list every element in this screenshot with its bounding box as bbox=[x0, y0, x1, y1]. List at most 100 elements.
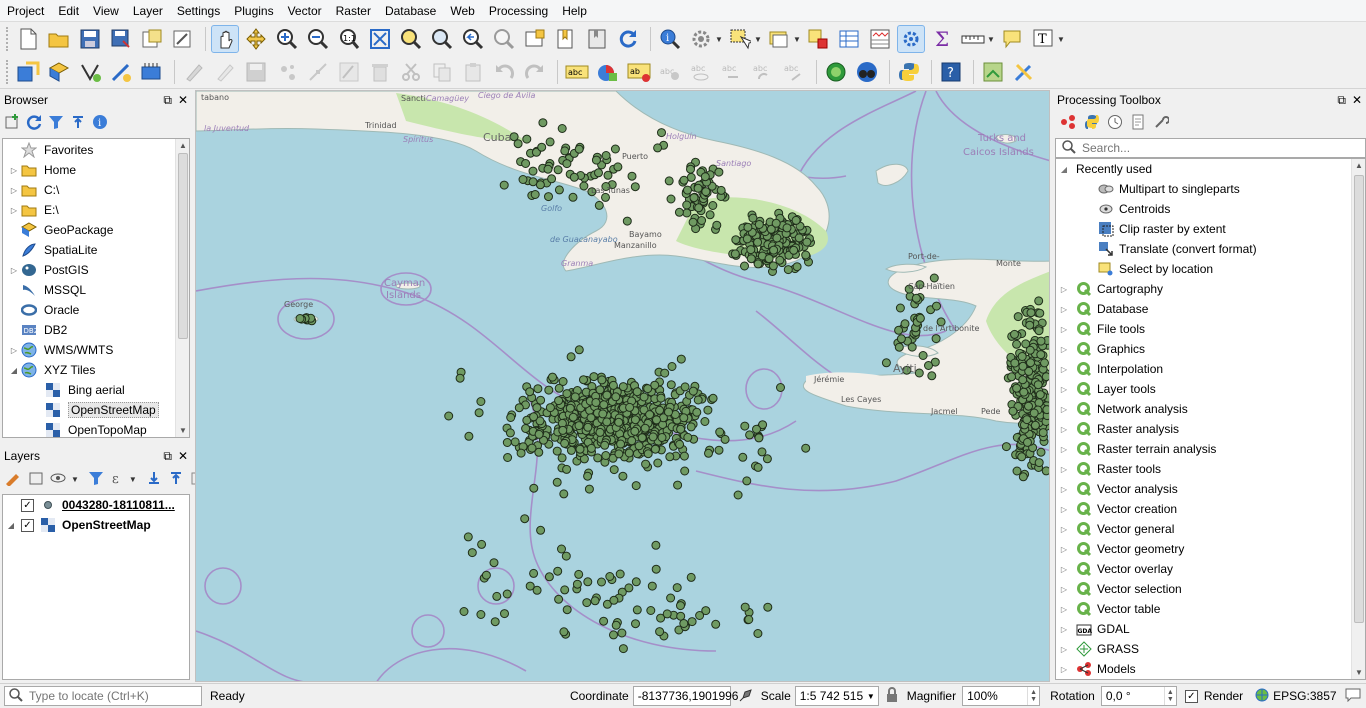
provider-group-raster-tools[interactable]: ▷ Raster tools bbox=[1056, 459, 1365, 479]
new-geopackage-layer-icon[interactable] bbox=[45, 58, 73, 86]
expand-arrow-icon[interactable]: ◢ bbox=[1056, 165, 1072, 174]
layer-row[interactable]: ✓ 0043280-18110811... bbox=[3, 495, 189, 515]
menu-database[interactable]: Database bbox=[378, 0, 443, 22]
manage-themes-icon[interactable] bbox=[50, 470, 68, 489]
toolbar-grip[interactable] bbox=[6, 27, 10, 51]
pin-labels-icon[interactable]: abc bbox=[656, 58, 684, 86]
menu-plugins[interactable]: Plugins bbox=[227, 0, 280, 22]
zoom-full-icon[interactable] bbox=[366, 25, 394, 53]
browser-item-spatialite[interactable]: SpatiaLite bbox=[3, 240, 189, 260]
new-bookmark-icon[interactable] bbox=[552, 25, 580, 53]
toolbox-scrollbar[interactable]: ▲ ▼ bbox=[1351, 159, 1365, 679]
zoom-to-selection-icon[interactable] bbox=[397, 25, 425, 53]
spin-arrows-icon[interactable]: ▲ ▼ bbox=[1163, 687, 1176, 705]
map-canvas[interactable]: Cuba Cayman Islands Turks and Caicos Islands… bbox=[195, 90, 1050, 682]
save-project-icon[interactable] bbox=[76, 25, 104, 53]
menu-project[interactable]: Project bbox=[0, 0, 51, 22]
layer-visibility-checkbox[interactable]: ✓ bbox=[21, 498, 34, 512]
new-temp-layer-icon[interactable] bbox=[107, 58, 135, 86]
provider-group-raster-terrain-analysis[interactable]: ▷ Raster terrain analysis bbox=[1056, 439, 1365, 459]
provider-group-vector-general[interactable]: ▷ Vector general bbox=[1056, 519, 1365, 539]
toolbox-search-input[interactable] bbox=[1082, 141, 1332, 155]
expand-arrow-icon[interactable]: ▷ bbox=[1056, 425, 1072, 434]
chevron-down-icon[interactable]: ▼ bbox=[754, 35, 762, 44]
menu-vector[interactable]: Vector bbox=[281, 0, 329, 22]
browser-item-favorites[interactable]: Favorites bbox=[3, 140, 189, 160]
new-print-layout-icon[interactable] bbox=[138, 25, 166, 53]
provider-group-raster-analysis[interactable]: ▷ Raster analysis bbox=[1056, 419, 1365, 439]
filter-by-expression-icon[interactable]: ε bbox=[110, 470, 126, 489]
recent-algorithm-item[interactable]: Multipart to singleparts bbox=[1056, 179, 1365, 199]
expand-arrow-icon[interactable]: ◢ bbox=[3, 521, 19, 530]
undo-icon[interactable] bbox=[490, 58, 518, 86]
toolbox-search[interactable] bbox=[1055, 138, 1366, 158]
recent-algorithm-item[interactable]: Translate (convert format) bbox=[1056, 239, 1365, 259]
grass-tools-icon[interactable] bbox=[822, 58, 850, 86]
zoom-native-icon[interactable]: 1:1 bbox=[335, 25, 363, 53]
expand-arrow-icon[interactable]: ▷ bbox=[1056, 305, 1072, 314]
toggle-editing-icon[interactable] bbox=[211, 58, 239, 86]
expand-arrow-icon[interactable]: ▷ bbox=[1056, 385, 1072, 394]
paste-features-icon[interactable] bbox=[459, 58, 487, 86]
spin-arrows-icon[interactable]: ▲ ▼ bbox=[1027, 687, 1039, 705]
chevron-down-icon[interactable]: ▼ bbox=[129, 475, 137, 484]
provider-group-interpolation[interactable]: ▷ Interpolation bbox=[1056, 359, 1365, 379]
expand-arrow-icon[interactable]: ▷ bbox=[7, 266, 21, 275]
deselect-all-icon[interactable] bbox=[804, 25, 832, 53]
recent-algorithm-item[interactable]: Clip raster by extent bbox=[1056, 219, 1365, 239]
zoom-in-icon[interactable] bbox=[273, 25, 301, 53]
coordinate-field[interactable]: -8137736,1901996 bbox=[632, 686, 738, 706]
browser-item-openstreetmap[interactable]: OpenStreetMap bbox=[3, 400, 189, 420]
menu-settings[interactable]: Settings bbox=[170, 0, 227, 22]
chevron-down-icon[interactable]: ▼ bbox=[715, 35, 723, 44]
crs-status[interactable]: EPSG:3857 bbox=[1273, 689, 1336, 703]
scale-combobox[interactable]: 1:5 742 515 ▼ bbox=[794, 686, 879, 706]
lock-scale-icon[interactable] bbox=[885, 686, 899, 706]
messages-icon[interactable] bbox=[1345, 688, 1361, 705]
toolbar-grip[interactable] bbox=[6, 59, 10, 84]
layer-labeling-icon[interactable]: abc bbox=[563, 58, 591, 86]
cut-features-icon[interactable] bbox=[397, 58, 425, 86]
run-feature-action-icon[interactable] bbox=[687, 25, 715, 53]
locator-box[interactable] bbox=[4, 686, 202, 706]
processing-toolbox-icon[interactable] bbox=[897, 25, 925, 53]
pan-to-selection-icon[interactable] bbox=[242, 25, 270, 53]
vertex-tool-icon[interactable] bbox=[304, 58, 332, 86]
provider-group-layer-tools[interactable]: ▷ Layer tools bbox=[1056, 379, 1365, 399]
select-features-icon[interactable] bbox=[726, 25, 754, 53]
provider-group-vector-creation[interactable]: ▷ Vector creation bbox=[1056, 499, 1365, 519]
menu-layer[interactable]: Layer bbox=[126, 0, 170, 22]
crs-globe-icon[interactable] bbox=[1255, 688, 1269, 705]
expand-arrow-icon[interactable]: ▷ bbox=[1056, 625, 1072, 634]
expand-arrow-icon[interactable]: ▷ bbox=[1056, 405, 1072, 414]
expand-arrow-icon[interactable]: ▷ bbox=[1056, 445, 1072, 454]
menu-edit[interactable]: Edit bbox=[51, 0, 86, 22]
rotation-spinbox[interactable]: 0,0 ° ▲ ▼ bbox=[1100, 686, 1177, 706]
measure-line-icon[interactable] bbox=[959, 25, 987, 53]
menu-raster[interactable]: Raster bbox=[329, 0, 378, 22]
menu-web[interactable]: Web bbox=[443, 0, 481, 22]
select-by-value-icon[interactable] bbox=[765, 25, 793, 53]
zoom-out-icon[interactable] bbox=[304, 25, 332, 53]
menu-processing[interactable]: Processing bbox=[482, 0, 555, 22]
help-icon[interactable]: ? bbox=[937, 58, 965, 86]
history-icon[interactable] bbox=[1107, 114, 1123, 133]
browser-item-home[interactable]: ▷ Home bbox=[3, 160, 189, 180]
georeferencer-icon[interactable] bbox=[979, 58, 1007, 86]
expand-arrow-icon[interactable]: ▷ bbox=[1056, 325, 1072, 334]
menu-view[interactable]: View bbox=[86, 0, 126, 22]
python-scripts-icon[interactable] bbox=[1084, 114, 1100, 133]
render-checkbox[interactable]: ✓ bbox=[1184, 689, 1198, 703]
expand-arrow-icon[interactable]: ▷ bbox=[1056, 665, 1072, 674]
expand-arrow-icon[interactable]: ▷ bbox=[1056, 365, 1072, 374]
collapse-all-icon[interactable] bbox=[168, 470, 184, 489]
provider-group-database[interactable]: ▷ Database bbox=[1056, 299, 1365, 319]
add-selected-layers-icon[interactable] bbox=[4, 113, 20, 133]
expand-arrow-icon[interactable]: ▷ bbox=[7, 186, 21, 195]
plugin-binoculars-icon[interactable] bbox=[853, 58, 881, 86]
expand-arrow-icon[interactable]: ▷ bbox=[7, 346, 21, 355]
browser-item-xyz-tiles[interactable]: ◢ XYZ Tiles bbox=[3, 360, 189, 380]
toggle-extents-icon[interactable] bbox=[737, 687, 753, 706]
browser-item-geopackage[interactable]: GeoPackage bbox=[3, 220, 189, 240]
filter-legend-icon[interactable] bbox=[88, 470, 104, 489]
